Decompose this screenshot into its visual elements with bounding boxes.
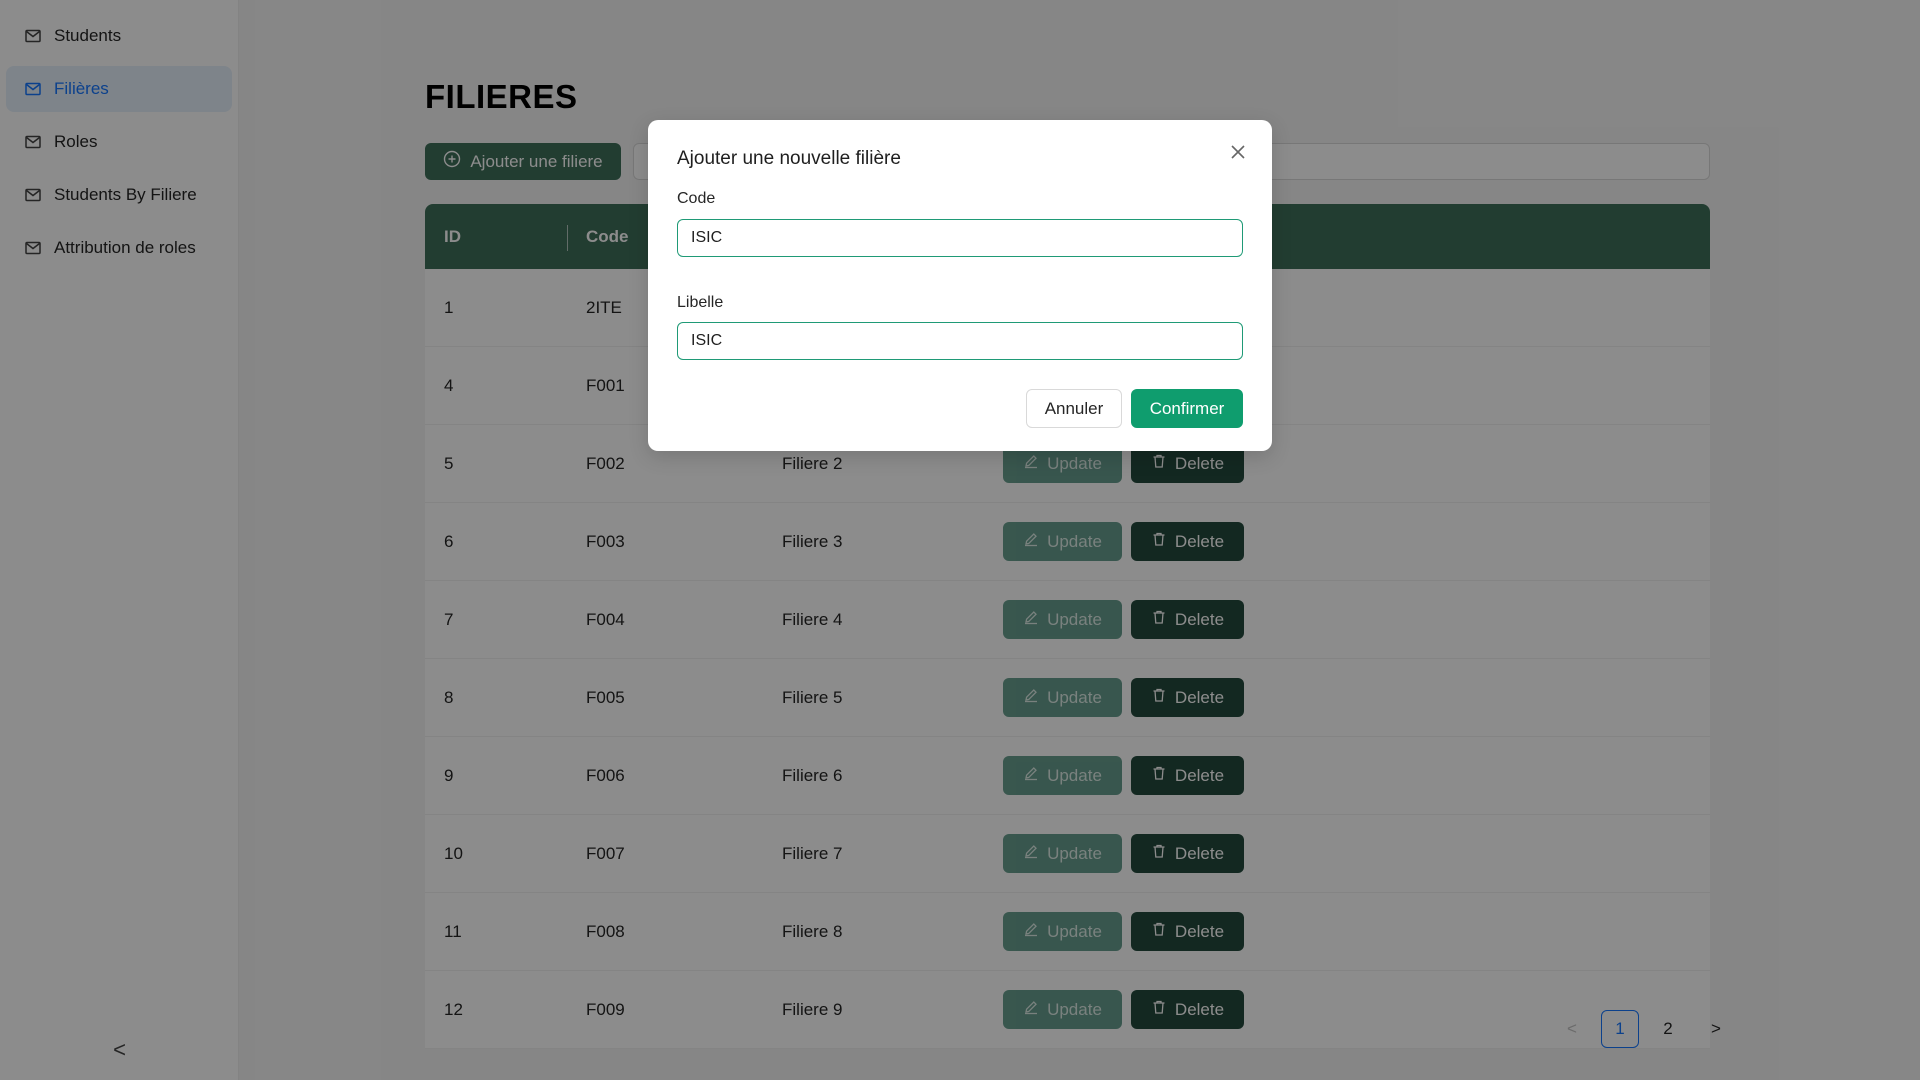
code-input[interactable] — [677, 219, 1243, 257]
libelle-label: Libelle — [677, 294, 724, 311]
close-icon — [1230, 144, 1246, 165]
modal-title: Ajouter une nouvelle filière — [677, 148, 901, 169]
add-filiere-modal: Ajouter une nouvelle filière Code Libell… — [648, 120, 1272, 451]
libelle-input[interactable] — [677, 322, 1243, 360]
confirm-button[interactable]: Confirmer — [1131, 389, 1243, 428]
cancel-button[interactable]: Annuler — [1026, 389, 1122, 428]
close-button[interactable] — [1226, 142, 1250, 166]
code-label: Code — [677, 190, 716, 207]
